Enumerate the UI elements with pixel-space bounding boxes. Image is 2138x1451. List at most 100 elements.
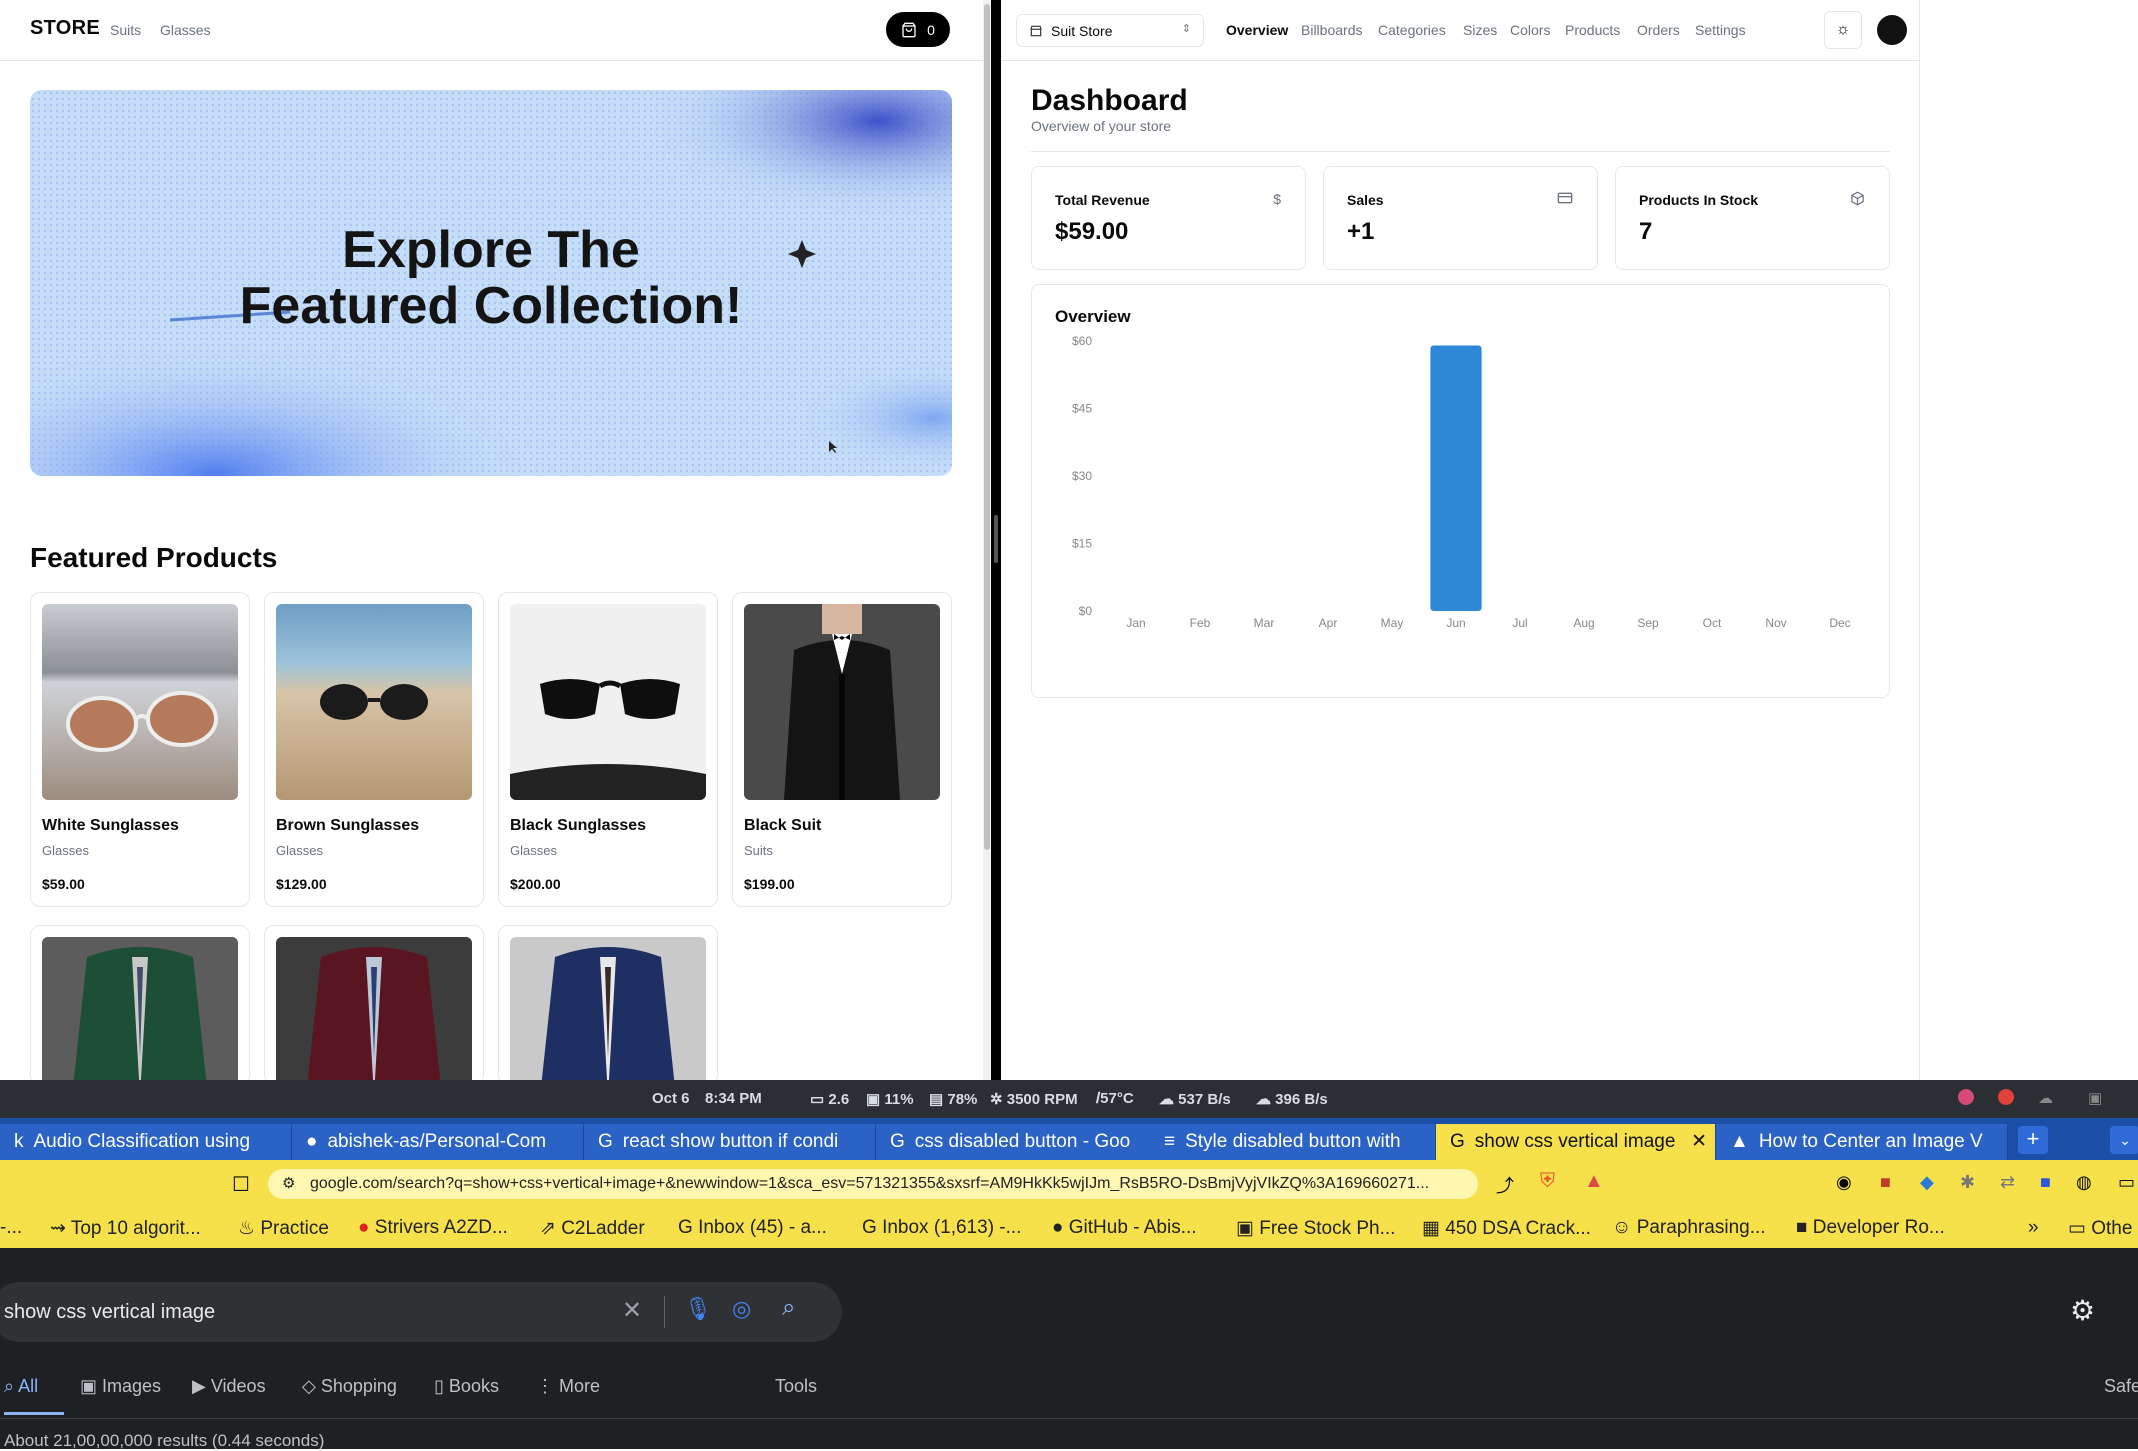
search-icon: ⌕: [4, 1376, 15, 1396]
hero-title: Explore The Featured Collection!: [30, 222, 952, 334]
product-card[interactable]: White Sunglasses Glasses $59.00: [30, 592, 250, 907]
bookmark-item[interactable]: ♨ Practice: [238, 1217, 329, 1240]
browser-tab[interactable]: ▲ How to Center an Image V: [1716, 1124, 2008, 1160]
google-search-box[interactable]: show css vertical image ✕ 🎙 ◎ ⌕: [0, 1282, 842, 1342]
browser-tab[interactable]: ≡ Style disabled button with: [1150, 1124, 1436, 1160]
bookmark-label: Inbox (45) - a...: [698, 1217, 827, 1238]
nav-categories[interactable]: Categories: [1378, 22, 1446, 38]
search-tab-more[interactable]: ⋮ More: [536, 1376, 600, 1397]
extensions-puzzle-icon[interactable]: ◍: [2076, 1172, 2092, 1193]
new-tab-button[interactable]: +: [2018, 1126, 2048, 1154]
extension-icon[interactable]: ✱: [1960, 1172, 1975, 1193]
store-scrollbar-thumb[interactable]: [984, 4, 990, 850]
nav-link-glasses[interactable]: Glasses: [160, 22, 211, 38]
store-icon: [1030, 25, 1042, 36]
extension-icon[interactable]: ■: [2040, 1172, 2051, 1193]
product-card[interactable]: [30, 925, 250, 1080]
other-bookmarks-folder[interactable]: ▭ Othe: [2068, 1217, 2132, 1240]
time-label: 8:34 PM: [705, 1090, 762, 1107]
bookmark-item[interactable]: ■ Developer Ro...: [1796, 1217, 1945, 1239]
product-card[interactable]: [498, 925, 718, 1080]
product-card[interactable]: Black Suit Suits $199.00: [732, 592, 952, 907]
nav-orders[interactable]: Orders: [1637, 22, 1680, 38]
brave-shield-icon[interactable]: ⛨: [1540, 1170, 1555, 1193]
address-bar[interactable]: ⚙ google.com/search?q=show+css+vertical+…: [268, 1169, 1478, 1199]
share-icon[interactable]: ⤴: [1496, 1172, 1514, 1198]
bookmark-item[interactable]: ⇝ Top 10 algorit...: [50, 1217, 201, 1240]
bookmark-label: Strivers A2ZD...: [374, 1217, 508, 1238]
tray-app-icon[interactable]: [1958, 1089, 1974, 1105]
nav-settings[interactable]: Settings: [1695, 22, 1746, 38]
clear-search-icon[interactable]: ✕: [622, 1296, 642, 1325]
stat-value: 7: [1639, 218, 1653, 245]
bookmark-item[interactable]: G Inbox (1,613) -...: [862, 1217, 1021, 1239]
nav-billboards[interactable]: Billboards: [1301, 22, 1362, 38]
image-icon: ▣: [80, 1376, 98, 1396]
browser-tab[interactable]: Greact show button if condi: [584, 1124, 876, 1160]
extension-icon[interactable]: ◉: [1836, 1172, 1852, 1193]
search-tab-books[interactable]: ▯ Books: [434, 1376, 499, 1397]
product-card[interactable]: Black Sunglasses Glasses $200.00: [498, 592, 718, 907]
nav-overview[interactable]: Overview: [1226, 22, 1288, 38]
nav-products[interactable]: Products: [1565, 22, 1620, 38]
brave-rewards-icon[interactable]: ▲: [1584, 1170, 1604, 1193]
x-tick-label: Sep: [1637, 616, 1659, 630]
chrome-tray-icon[interactable]: [1998, 1089, 2014, 1105]
sidebar-icon[interactable]: ▭: [2118, 1172, 2135, 1193]
store-logo[interactable]: STORE: [30, 17, 100, 40]
apps-menu-icon[interactable]: ⋮: [2126, 1294, 2138, 1327]
nav-sizes[interactable]: Sizes: [1463, 22, 1497, 38]
store-switcher[interactable]: Suit Store ⇕: [1016, 14, 1204, 47]
nav-link-suits[interactable]: Suits: [110, 22, 141, 38]
bookmark-item[interactable]: ▣ Free Stock Ph...: [1236, 1217, 1395, 1240]
product-card[interactable]: Brown Sunglasses Glasses $129.00: [264, 592, 484, 907]
y-tick-label: $30: [1072, 469, 1092, 483]
bookmark-item[interactable]: ☺ Paraphrasing...: [1612, 1217, 1766, 1239]
bookmark-item[interactable]: ⇗ C2Ladder: [540, 1217, 645, 1240]
browser-tab[interactable]: k Audio Classification using: [0, 1124, 292, 1160]
dashboard-navbar: Suit Store ⇕ Overview Billboards Categor…: [1001, 0, 1920, 61]
extension-icon[interactable]: ⇄: [2000, 1172, 2015, 1193]
bookmark-icon[interactable]: ☐: [232, 1172, 250, 1197]
bookmark-item[interactable]: ● GitHub - Abis...: [1052, 1217, 1197, 1239]
close-tab-icon[interactable]: ✕: [1691, 1130, 1707, 1153]
bookmark-item[interactable]: ▦ 450 DSA Crack...: [1422, 1217, 1591, 1240]
browser-tab[interactable]: Gcss disabled button - Goo: [876, 1124, 1168, 1160]
nav-colors[interactable]: Colors: [1510, 22, 1550, 38]
user-avatar[interactable]: [1877, 15, 1907, 45]
browser-tab-active[interactable]: Gshow css vertical image ✕: [1436, 1124, 1716, 1160]
microphone-icon[interactable]: 🎙: [684, 1296, 712, 1322]
stat-card-revenue: Total Revenue $59.00 $: [1031, 166, 1306, 270]
search-tab-all[interactable]: ⌕ All: [4, 1376, 38, 1397]
site-settings-icon[interactable]: ⚙: [282, 1174, 295, 1192]
search-tab-videos[interactable]: ▶ Videos: [192, 1376, 266, 1397]
product-price: $200.00: [510, 876, 561, 892]
bookmark-item[interactable]: ● Strivers A2ZD...: [358, 1217, 508, 1239]
tab-label: Videos: [210, 1376, 266, 1396]
screen-tray-icon[interactable]: ▣: [2088, 1089, 2102, 1107]
extension-icon[interactable]: ◆: [1920, 1172, 1934, 1193]
tab-title: Audio Classification using: [33, 1131, 251, 1152]
cloud-tray-icon[interactable]: ☁: [2038, 1089, 2053, 1107]
cart-button[interactable]: 0: [886, 12, 950, 47]
divider-drag-handle[interactable]: [994, 515, 998, 563]
bookmark-item[interactable]: G Inbox (45) - a...: [678, 1217, 827, 1239]
product-card[interactable]: [264, 925, 484, 1080]
theme-toggle-button[interactable]: ☼: [1824, 11, 1862, 49]
settings-gear-icon[interactable]: ⚙: [2070, 1294, 2095, 1327]
stackoverflow-icon: ≡: [1164, 1131, 1176, 1152]
tab-list-button[interactable]: ⌄: [2110, 1126, 2138, 1154]
search-tools-button[interactable]: Tools: [775, 1376, 817, 1397]
bookmarks-bar: -... ⇝ Top 10 algorit... ♨ Practice ● St…: [0, 1208, 2138, 1248]
safesearch-button[interactable]: Safe: [2104, 1376, 2138, 1397]
extension-icon[interactable]: ■: [1880, 1172, 1891, 1193]
lens-icon[interactable]: ◎: [732, 1296, 751, 1322]
browser-tab[interactable]: ● abishek-as/Personal-Com: [292, 1124, 584, 1160]
search-icon[interactable]: ⌕: [782, 1294, 795, 1322]
x-tick-label: Apr: [1319, 616, 1338, 630]
search-tab-shopping[interactable]: ◇ Shopping: [302, 1376, 397, 1397]
download-value: 396 B/s: [1275, 1091, 1328, 1108]
bookmarks-overflow-icon[interactable]: »: [2028, 1217, 2039, 1239]
product-image: [276, 937, 472, 1080]
search-tab-images[interactable]: ▣ Images: [80, 1376, 161, 1397]
